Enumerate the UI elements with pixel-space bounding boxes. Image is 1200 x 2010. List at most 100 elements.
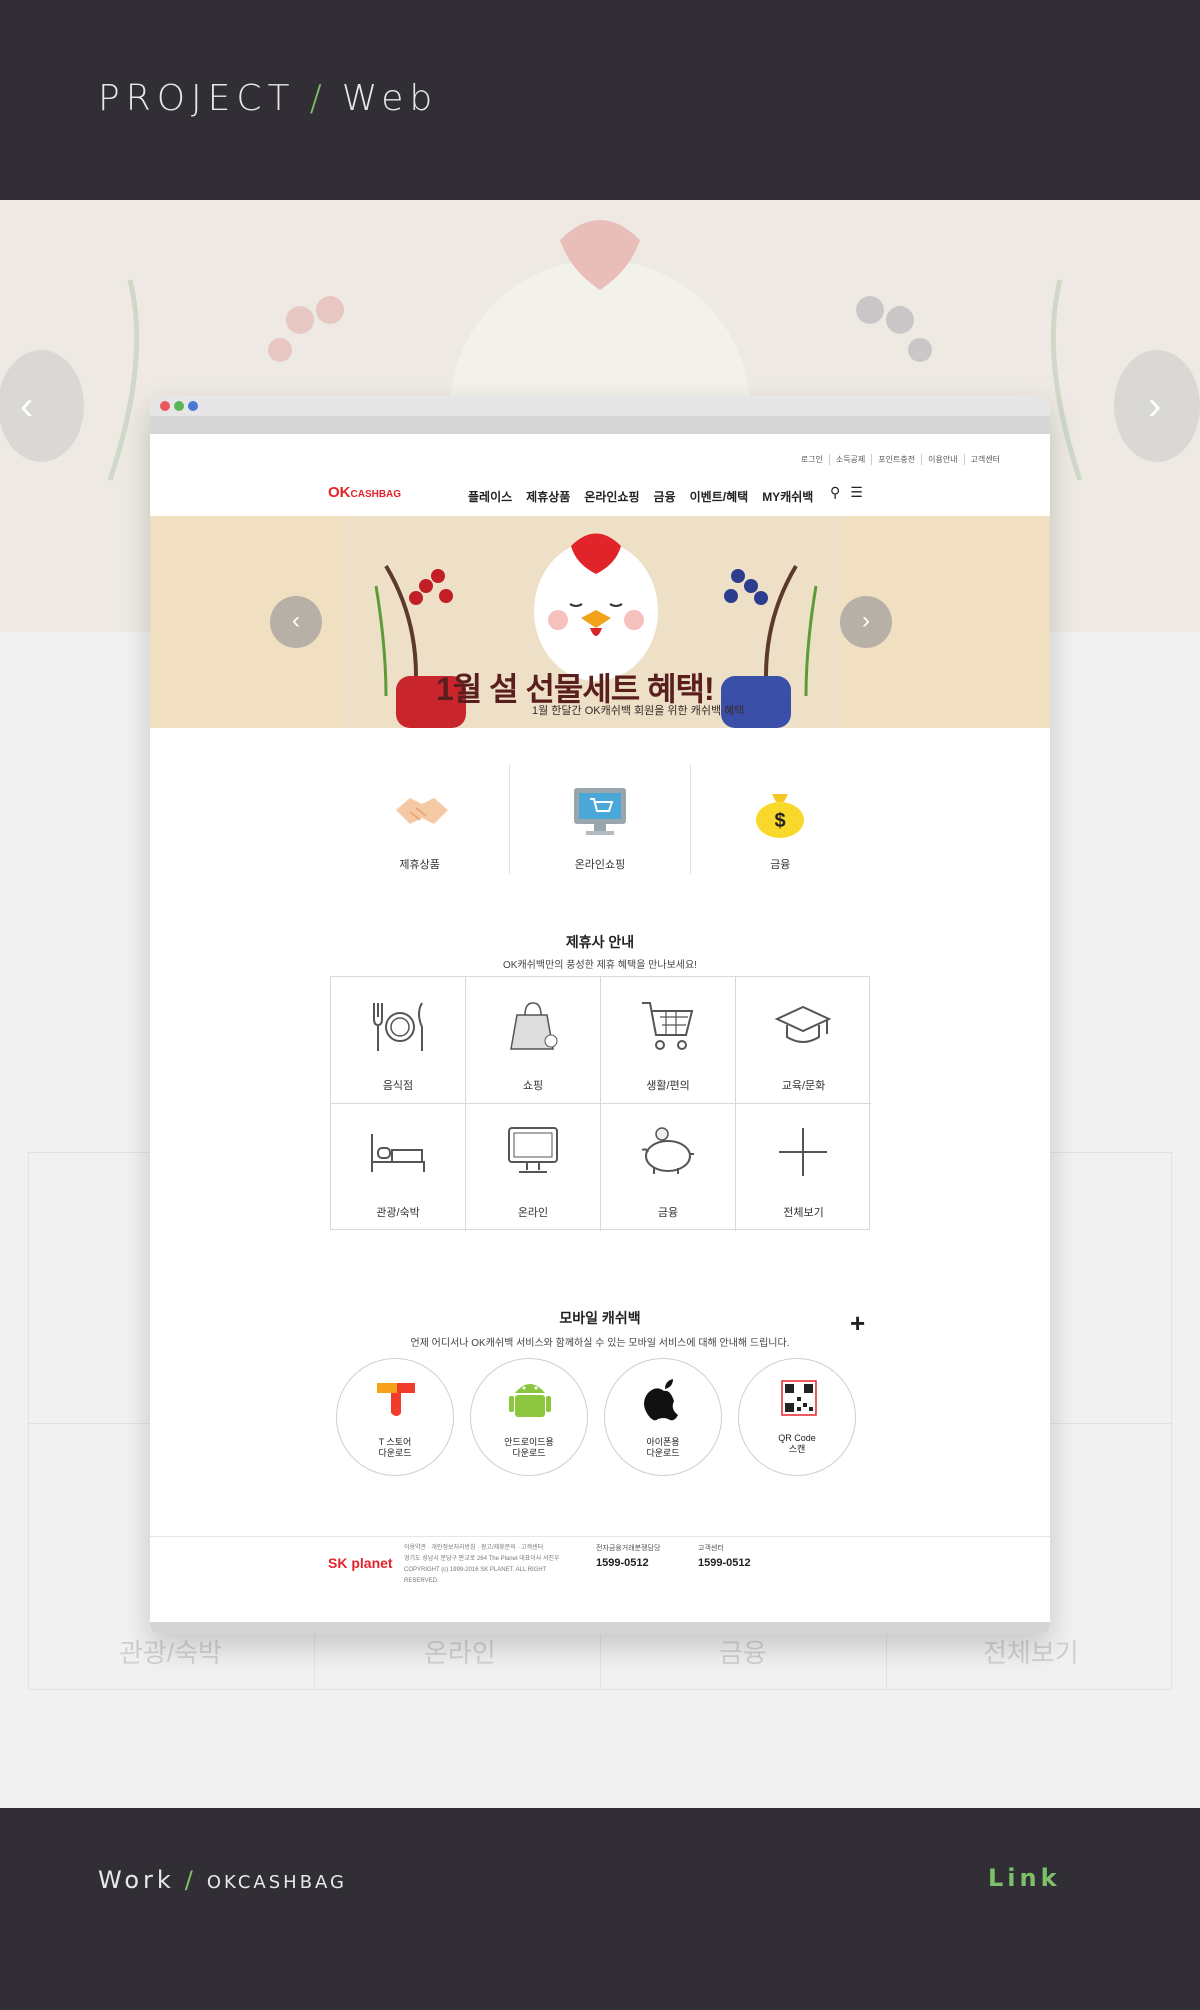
apple-icon [644,1379,678,1421]
logo-text: CASHBAG [350,489,402,500]
browser-toolbar [150,416,1050,434]
app-tstore-label: T 스토어 다운로드 [378,1437,412,1458]
monitor-icon [508,1127,558,1173]
category-online[interactable]: 온라인 [466,1104,601,1231]
nav-finance[interactable]: 금융 [654,488,676,505]
nav-icons: ⚲ ☰ [830,484,863,501]
footer-support-contact: 고객센터 1599-0512 [698,1545,751,1569]
dispute-phone: 1599-0512 [596,1557,649,1569]
svg-text:$: $ [775,810,786,832]
logo-mark: OK [328,484,351,501]
mobile-title: 모바일 캐쉬백 [559,1310,641,1326]
app-iphone-label: 아이폰용 다운로드 [646,1437,680,1458]
search-icon[interactable]: ⚲ [830,484,840,501]
mobile-app-list: T 스토어 다운로드 안드로이드용 다운로드 아이폰용 다운로드 QR Code… [336,1358,856,1476]
nav-my-cashbag[interactable]: MY캐쉬백 [762,488,813,505]
ghost-label-finance: 금융 [719,1638,767,1668]
category-living[interactable]: 생활/편의 [601,977,736,1104]
category-travel[interactable]: 관광/숙박 [331,1104,466,1231]
bottom-band: Work / OKCASHBAG Link [0,1808,1200,2010]
category-label-living: 쇼핑 [522,1080,544,1092]
maximize-dot-icon[interactable] [188,401,198,411]
footer-links[interactable]: 이용약관 · 개인정보처리방침 · 광고/제휴문의 · 고객센터 [404,1543,574,1554]
monitor-cart-icon [573,788,626,835]
nav-online-shopping[interactable]: 온라인쇼핑 [584,488,639,505]
category-label-living: 생활/편의 [646,1080,690,1092]
quick-item-online-shopping[interactable]: 온라인쇼핑 [509,764,689,874]
footer-dispute-contact: 전자금융거래분쟁담당 1599-0512 [596,1545,661,1569]
okcashbag-logo[interactable]: OKCASHBAG [328,484,401,501]
ghost-label-all: 전체보기 [983,1638,1079,1668]
close-dot-icon[interactable] [160,401,170,411]
banner-next-button[interactable]: › [840,596,892,648]
graduation-cap-icon [774,1005,832,1043]
util-guide-link[interactable]: 이용안내 [921,454,958,465]
mobile-subtitle: 언제 어디서나 OK캐쉬백 서비스와 함께하실 수 있는 모바일 서비스에 대해… [410,1338,790,1349]
util-support-link[interactable]: 고객센터 [963,454,1000,465]
category-finance[interactable]: 금융 [601,1104,736,1231]
bed-icon [371,1134,425,1172]
android-icon [509,1384,551,1417]
project-link[interactable]: Link [988,1864,1061,1892]
banner-subtitle: 1월 한달간 OK캐쉬백 회원을 위한 캐쉬백 혜택 [532,705,745,717]
hero-prev-button[interactable]: ‹ [0,350,84,462]
fork-plate-knife-icon [373,1002,423,1051]
footer-address: 경기도 성남시 분당구 판교로 264 The Planet 대표이사 서진우 [404,1556,560,1562]
quick-label-finance: 금융 [770,859,791,871]
category-label-finance: 금융 [657,1207,679,1219]
footer-copyright: COPYRIGHT (c) 1999-2016 SK PLANET. ALL R… [404,1567,547,1584]
hero-next-button[interactable]: › [1114,350,1200,462]
title-slash: / [309,78,328,119]
tstore-icon [377,1383,415,1416]
main-nav: 플레이스 제휴상품 온라인쇼핑 금융 이벤트/혜택 MY캐쉬백 [468,488,813,505]
work-title: Work / OKCASHBAG [98,1866,347,1894]
handshake-icon [395,798,448,824]
shopping-bag-icon [510,1002,558,1050]
category-label-restaurant: 음식점 [382,1080,414,1092]
project-type: Web [341,78,439,119]
qr-code-icon [781,1380,817,1416]
quick-item-finance[interactable]: $ 금융 [689,764,870,874]
category-label-view-all: 전체보기 [783,1207,824,1219]
category-view-all[interactable]: 전체보기 [736,1104,871,1231]
skplanet-logo: SK planet [328,1555,393,1571]
app-tstore-button[interactable]: T 스토어 다운로드 [336,1358,454,1476]
main-banner[interactable]: ‹ › 1월 설 선물세트 혜택! 1월 한달간 OK캐쉬백 회원을 위한 캐쉬… [150,516,1050,728]
app-android-button[interactable]: 안드로이드용 다운로드 [470,1358,588,1476]
chevron-left-icon: ‹ [292,607,300,634]
nav-events[interactable]: 이벤트/혜택 [690,488,749,505]
site-footer: SK planet 이용약관 · 개인정보처리방침 · 광고/제휴문의 · 고객… [150,1536,1050,1634]
money-bag-icon: $ [756,794,805,838]
chevron-right-icon: › [862,607,870,634]
category-education[interactable]: 교육/문화 [736,977,871,1104]
app-qrcode-button[interactable]: QR Code 스캔 [738,1358,856,1476]
partners-title: 제휴사 안내 [565,934,635,950]
category-restaurant[interactable]: 음식점 [331,977,466,1104]
browser-window: 로그인 소득공제 포인트충전 이용안내 고객센터 OKCASHBAG 플레이스 … [150,396,1050,1634]
app-android-label: 안드로이드용 다운로드 [504,1437,554,1458]
banner-prev-button[interactable]: ‹ [270,596,322,648]
browser-titlebar [150,396,1050,416]
app-iphone-button[interactable]: 아이폰용 다운로드 [604,1358,722,1476]
quick-menu: 제휴상품 온라인쇼핑 $ 금융 [330,764,870,874]
quick-label-online-shopping: 온라인쇼핑 [574,859,626,871]
nav-products[interactable]: 제휴상품 [526,488,570,505]
util-tax-link[interactable]: 소득공제 [828,454,865,465]
util-login-link[interactable]: 로그인 [801,454,823,465]
minimize-dot-icon[interactable] [174,401,184,411]
util-charge-link[interactable]: 포인트충전 [871,454,915,465]
project-label: PROJECT [98,78,296,119]
quick-item-products[interactable]: 제휴상품 [330,764,509,874]
category-shopping[interactable]: 쇼핑 [466,977,601,1104]
menu-icon[interactable]: ☰ [850,484,863,501]
quick-label-products: 제휴상품 [399,859,440,871]
nav-place[interactable]: 플레이스 [468,488,512,505]
work-slash: / [184,1866,197,1894]
partners-subtitle: OK캐쉬백만의 풍성한 제휴 혜택을 만나보세요! [503,960,697,971]
category-label-education: 교육/문화 [781,1080,826,1092]
work-label: Work [98,1866,175,1894]
utility-nav: 로그인 소득공제 포인트충전 이용안내 고객센터 [801,454,1000,465]
top-band: PROJECT / Web [0,0,1200,200]
chevron-left-icon: ‹ [20,384,34,428]
plus-icon [779,1128,827,1176]
